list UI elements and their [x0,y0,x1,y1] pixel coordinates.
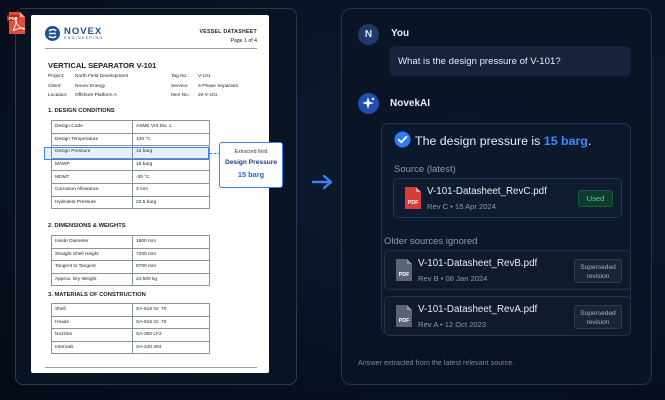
table-cell-label: Straight Shell Height [51,247,133,262]
table-cell-label: Heads [51,315,133,330]
datasheet-page: NOVEX ENGINEERING VESSEL DATASHEET Page … [31,15,269,377]
table-cell-label: Shell [51,303,133,317]
svg-text:PDF: PDF [408,200,419,206]
table-row: Tangent to Tangent 8700 mm [51,260,210,274]
table-row: Hydrotest Pressure 22.5 barg [51,195,210,210]
table-cell-value: 120 °C [132,132,210,147]
user-avatar: N [358,24,379,45]
table-row: Corrosion Allowance 3 mm [51,182,210,197]
document-title: VERTICAL SEPARATOR V-101 [48,61,157,70]
table-cell-value: -20 °C [132,170,210,184]
meta-left: Project: North Field Development Client: N… [48,74,129,98]
table-cell-value: SA-350 LF2 [132,328,210,342]
doc-footer: Doc No.: V-101-DS-REV-C Rev: C Date: 15 … [48,372,236,377]
user-name: You [391,28,410,39]
table-cell-label: Design Code [51,120,133,134]
divider [45,48,257,49]
source-latest-card[interactable]: PDF V-101-Datasheet_RevC.pdf Rev C • 15 … [393,178,622,218]
table-row: Inside Diameter 1800 mm [51,235,210,249]
pdf-file-icon: PDF [405,187,421,209]
table-row: Nozzles SA-350 LF2 [51,328,210,342]
table-cell-label: MDMT [51,170,133,184]
table-row: MDMT -20 °C [51,170,210,184]
company-logo: NOVEX ENGINEERING [45,26,103,41]
table-cell-label: Corrosion Allowance [51,182,133,197]
answer-footnote: Answer extracted from the latest relevan… [358,358,515,367]
table-cell-value: SA-240 304 [132,340,210,355]
table-cell-value: ASME VIII Div. 1 [132,120,210,134]
section-heading: 3. MATERIALS OF CONSTRUCTION [48,292,146,298]
source-old-card[interactable]: PDF V-101-Datasheet_RevB.pdf Rev B • 08 … [384,250,631,290]
table-cell-value: SA-516 Gr. 70 [132,315,210,330]
dimensions-table: Inside Diameter 1800 mm Straight Shell He… [51,235,210,287]
table-cell-label: Approx. Dry Weight [51,272,133,287]
pdf-file-icon: PDF [7,12,25,34]
user-question: What is the design pressure of V-101? [389,46,631,76]
svg-text:PDF: PDF [399,318,410,324]
logo-icon [45,26,60,41]
table-cell-label: MAWP [51,157,133,172]
svg-text:PDF: PDF [9,16,18,21]
table-cell-value: SA-516 Gr. 70 [132,303,210,317]
answer-text: The design pressure is 15 barg. [415,134,592,148]
divider [45,367,257,368]
table-row: Approx. Dry Weight 24,500 kg [51,272,210,287]
table-row: Internals SA-240 304 [51,340,210,355]
svg-text:PDF: PDF [399,272,410,278]
section-heading: 2. DIMENSIONS & WEIGHTS [48,223,126,229]
table-row: Straight Shell Height 7200 mm [51,247,210,262]
source-old-card[interactable]: PDF V-101-Datasheet_RevA.pdf Rev A • 12 … [384,296,631,336]
table-row: MAWP 15 barg [51,157,210,172]
section-heading: 1. DESIGN CONDITIONS [48,108,115,114]
table-cell-label: Internals [51,340,133,355]
table-row: Design Temperature 120 °C [51,132,210,147]
superseded-badge: Superseded revision [574,259,622,283]
table-cell-value: 15 barg [132,157,210,172]
ai-name: NovekAI [390,98,431,109]
materials-table: Shell SA-516 Gr. 70 Heads SA-516 Gr. 70 No… [51,303,210,355]
table-cell-value: 1800 mm [132,235,210,249]
arrow-right-icon [312,174,333,190]
table-cell-value: 22.5 barg [132,195,210,210]
ai-sparkle-icon [358,93,379,114]
design-conditions-table: Design Code ASME VIII Div. 1 Design Tempe… [51,120,210,210]
doc-header-right: VESSEL DATASHEET Page 1 of 4 [199,29,257,44]
table-cell-value: 7200 mm [132,247,210,262]
pdf-file-icon: PDF [396,305,412,327]
highlight-design-pressure [44,147,209,160]
table-row: Design Code ASME VIII Div. 1 [51,120,210,134]
table-cell-value: 3 mm [132,182,210,197]
table-cell-value: 24,500 kg [132,272,210,287]
older-sources-label: Older sources ignored [384,236,478,247]
meta-right: Tag No.: V-101 Service: 3-Phase Separator … [171,74,239,98]
check-circle-icon [394,131,411,148]
table-cell-label: Design Temperature [51,132,133,147]
pdf-file-icon: PDF [396,259,412,281]
source-latest-label: Source (latest) [394,164,456,175]
table-cell-label: Inside Diameter [51,235,133,249]
superseded-badge: Superseded revision [574,305,622,329]
used-badge: Used [578,190,613,207]
table-cell-label: Tangent to Tangent [51,260,133,274]
table-cell-label: Nozzles [51,328,133,342]
extracted-field-callout: Extracted field Design Pressure 15 barg [219,142,283,188]
table-row: Shell SA-516 Gr. 70 [51,303,210,317]
table-cell-value: 8700 mm [132,260,210,274]
table-row: Heads SA-516 Gr. 70 [51,315,210,330]
table-cell-label: Hydrotest Pressure [51,195,133,210]
